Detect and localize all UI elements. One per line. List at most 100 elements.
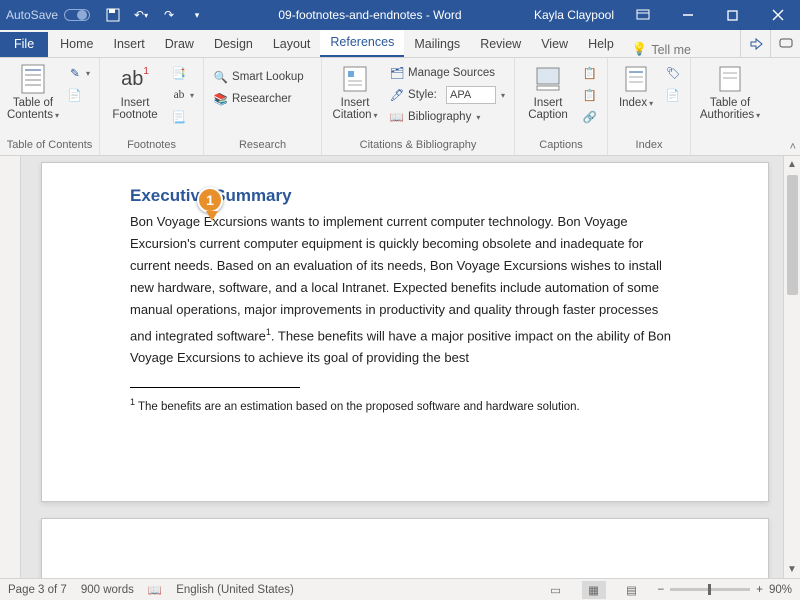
update-figures-icon: 📋 — [582, 87, 598, 103]
tell-me-search[interactable]: 💡 Tell me — [624, 42, 699, 57]
zoom-out-icon[interactable]: − — [658, 584, 665, 596]
bibliography-icon: 📖 — [389, 109, 405, 125]
toggle-off-icon — [64, 9, 90, 21]
insert-citation-icon — [342, 63, 368, 95]
tab-view[interactable]: View — [531, 32, 578, 57]
zoom-level[interactable]: 90% — [769, 584, 792, 596]
page: Executive Summary Bon Voyage Excursions … — [41, 162, 769, 502]
tab-design[interactable]: Design — [204, 32, 263, 57]
status-word-count[interactable]: 900 words — [81, 584, 134, 596]
group-label-toc: Table of Contents — [6, 137, 93, 155]
index-button[interactable]: Index — [614, 61, 658, 110]
scrollbar-thumb[interactable] — [787, 175, 798, 295]
share-button[interactable] — [740, 30, 770, 57]
maximize-button[interactable] — [710, 0, 755, 30]
zoom-control[interactable]: − + 90% — [658, 584, 792, 596]
web-layout-icon[interactable]: ▤ — [620, 581, 644, 599]
status-language[interactable]: English (United States) — [176, 584, 294, 596]
group-label-research: Research — [210, 137, 315, 155]
body-paragraph: Bon Voyage Excursions wants to implement… — [130, 211, 680, 369]
show-notes-icon: 📃 — [171, 109, 187, 125]
update-figures-button[interactable]: 📋 — [579, 85, 601, 105]
add-text-button[interactable]: ✎▾ — [64, 63, 93, 83]
tab-home[interactable]: Home — [50, 32, 103, 57]
group-research: 🔍Smart Lookup 📚Researcher Research — [204, 58, 322, 155]
zoom-slider[interactable] — [670, 588, 750, 591]
callout-1: 1 — [197, 187, 227, 225]
group-label-toa — [697, 137, 763, 155]
read-mode-icon[interactable]: ▭ — [544, 581, 568, 599]
close-button[interactable] — [755, 0, 800, 30]
mark-entry-button[interactable]: 🏷 — [662, 63, 684, 83]
redo-icon[interactable]: ↷ — [160, 6, 178, 24]
citation-style-dropdown[interactable]: 🖊Style: APA▾ — [386, 85, 508, 105]
vertical-scrollbar[interactable]: ▲ ▼ — [783, 156, 800, 578]
minimize-button[interactable] — [665, 0, 710, 30]
scroll-up-icon[interactable]: ▲ — [784, 156, 800, 173]
tab-layout[interactable]: Layout — [263, 32, 321, 57]
scroll-down-icon[interactable]: ▼ — [784, 561, 800, 578]
qat-customize-icon[interactable]: ▾ — [188, 6, 206, 24]
table-of-authorities-button[interactable]: Table of Authorities — [697, 61, 763, 122]
insert-footnote-button[interactable]: ab1 Insert Footnote — [106, 61, 164, 121]
spellcheck-icon[interactable]: 📖 — [148, 583, 162, 597]
document-title: 09-footnotes-and-endnotes - Word — [206, 8, 534, 22]
insert-caption-button[interactable]: Insert Caption — [521, 61, 575, 121]
vertical-ruler — [0, 156, 21, 578]
autosave-toggle[interactable]: AutoSave — [6, 8, 90, 22]
next-footnote-button[interactable]: ab▾ — [168, 85, 197, 105]
ribbon: Table of Contents ✎▾ 📄 Table of Contents… — [0, 58, 800, 156]
group-label-captions: Captions — [521, 137, 601, 155]
cross-ref-icon: 🔗 — [582, 109, 598, 125]
tab-insert[interactable]: Insert — [104, 32, 155, 57]
group-citations: Insert Citation 🗂Manage Sources 🖊Style: … — [322, 58, 515, 155]
tab-mailings[interactable]: Mailings — [404, 32, 470, 57]
toc-icon — [20, 63, 46, 95]
collapse-ribbon-icon[interactable]: ˄ — [790, 141, 796, 153]
print-layout-icon[interactable]: ▦ — [582, 581, 606, 599]
status-bar: Page 3 of 7 900 words 📖 English (United … — [0, 578, 800, 600]
page-next — [41, 518, 769, 578]
document-canvas[interactable]: Executive Summary Bon Voyage Excursions … — [21, 156, 783, 578]
insert-citation-button[interactable]: Insert Citation — [328, 61, 382, 122]
next-footnote-icon: ab — [171, 87, 187, 103]
user-name[interactable]: Kayla Claypool — [534, 8, 614, 22]
tab-draw[interactable]: Draw — [155, 32, 204, 57]
manage-sources-button[interactable]: 🗂Manage Sources — [386, 63, 508, 83]
tab-file[interactable]: File — [0, 32, 48, 57]
insert-endnote-icon: 📑 — [171, 65, 187, 81]
status-page[interactable]: Page 3 of 7 — [8, 584, 67, 596]
update-index-button[interactable]: 📄 — [662, 85, 684, 105]
smart-lookup-icon: 🔍 — [213, 69, 229, 85]
bibliography-button[interactable]: 📖Bibliography▾ — [386, 107, 508, 127]
document-area: Executive Summary Bon Voyage Excursions … — [0, 156, 800, 578]
insert-table-figures-button[interactable]: 📋 — [579, 63, 601, 83]
tab-references[interactable]: References — [320, 30, 404, 57]
undo-icon[interactable]: ↶▾ — [132, 6, 150, 24]
zoom-in-icon[interactable]: + — [756, 584, 763, 596]
group-label-citations: Citations & Bibliography — [328, 137, 508, 155]
group-table-of-authorities: Table of Authorities — [691, 58, 769, 155]
group-table-of-contents: Table of Contents ✎▾ 📄 Table of Contents — [0, 58, 100, 155]
show-notes-button[interactable]: 📃 — [168, 107, 197, 127]
index-icon — [624, 63, 648, 95]
update-table-button[interactable]: 📄 — [64, 85, 93, 105]
manage-sources-icon: 🗂 — [389, 65, 405, 81]
ribbon-tabs: File Home Insert Draw Design Layout Refe… — [0, 30, 800, 58]
smart-lookup-button[interactable]: 🔍Smart Lookup — [210, 67, 307, 87]
ribbon-options-icon[interactable] — [620, 0, 665, 30]
callout-pointer-icon — [206, 211, 218, 221]
update-index-icon: 📄 — [665, 87, 681, 103]
tab-help[interactable]: Help — [578, 32, 624, 57]
table-of-contents-button[interactable]: Table of Contents — [6, 61, 60, 122]
mark-entry-icon: 🏷 — [665, 65, 681, 81]
tab-review[interactable]: Review — [470, 32, 531, 57]
comments-button[interactable] — [770, 30, 800, 57]
researcher-button[interactable]: 📚Researcher — [210, 89, 307, 109]
save-icon[interactable] — [104, 6, 122, 24]
page-content[interactable]: Executive Summary Bon Voyage Excursions … — [42, 163, 768, 415]
style-icon: 🖊 — [389, 87, 405, 103]
cross-reference-button[interactable]: 🔗 — [579, 107, 601, 127]
insert-endnote-button[interactable]: 📑 — [168, 63, 197, 83]
insert-caption-icon — [535, 63, 561, 95]
